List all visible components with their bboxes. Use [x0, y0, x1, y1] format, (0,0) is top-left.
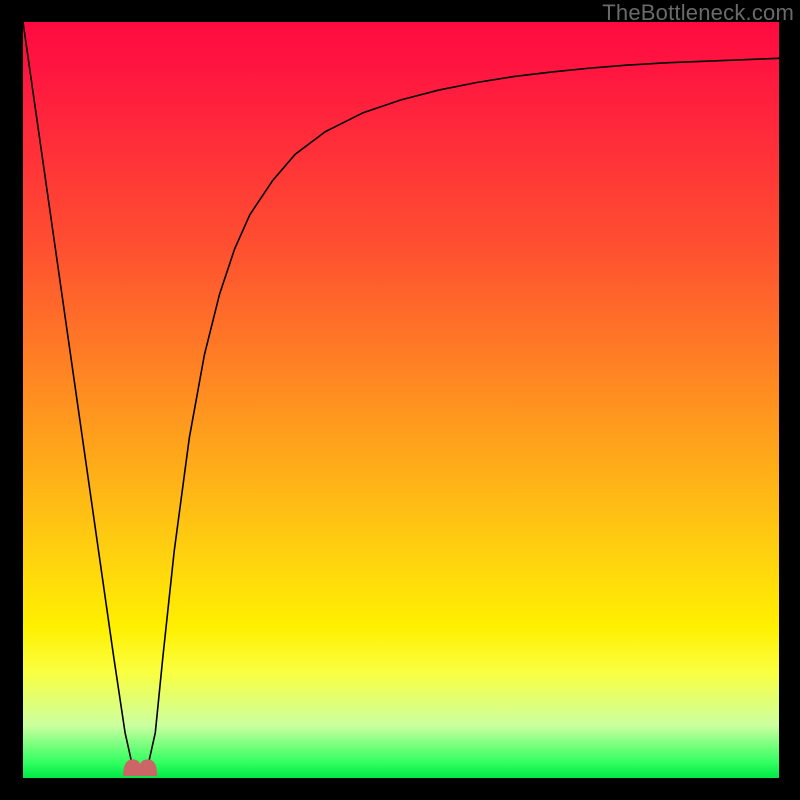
- chart-container: TheBottleneck.com: [0, 0, 800, 800]
- bottleneck-curve: [23, 22, 779, 772]
- valley-marker: [123, 759, 157, 776]
- attribution-text: TheBottleneck.com: [602, 0, 794, 26]
- curve-layer: [23, 22, 779, 778]
